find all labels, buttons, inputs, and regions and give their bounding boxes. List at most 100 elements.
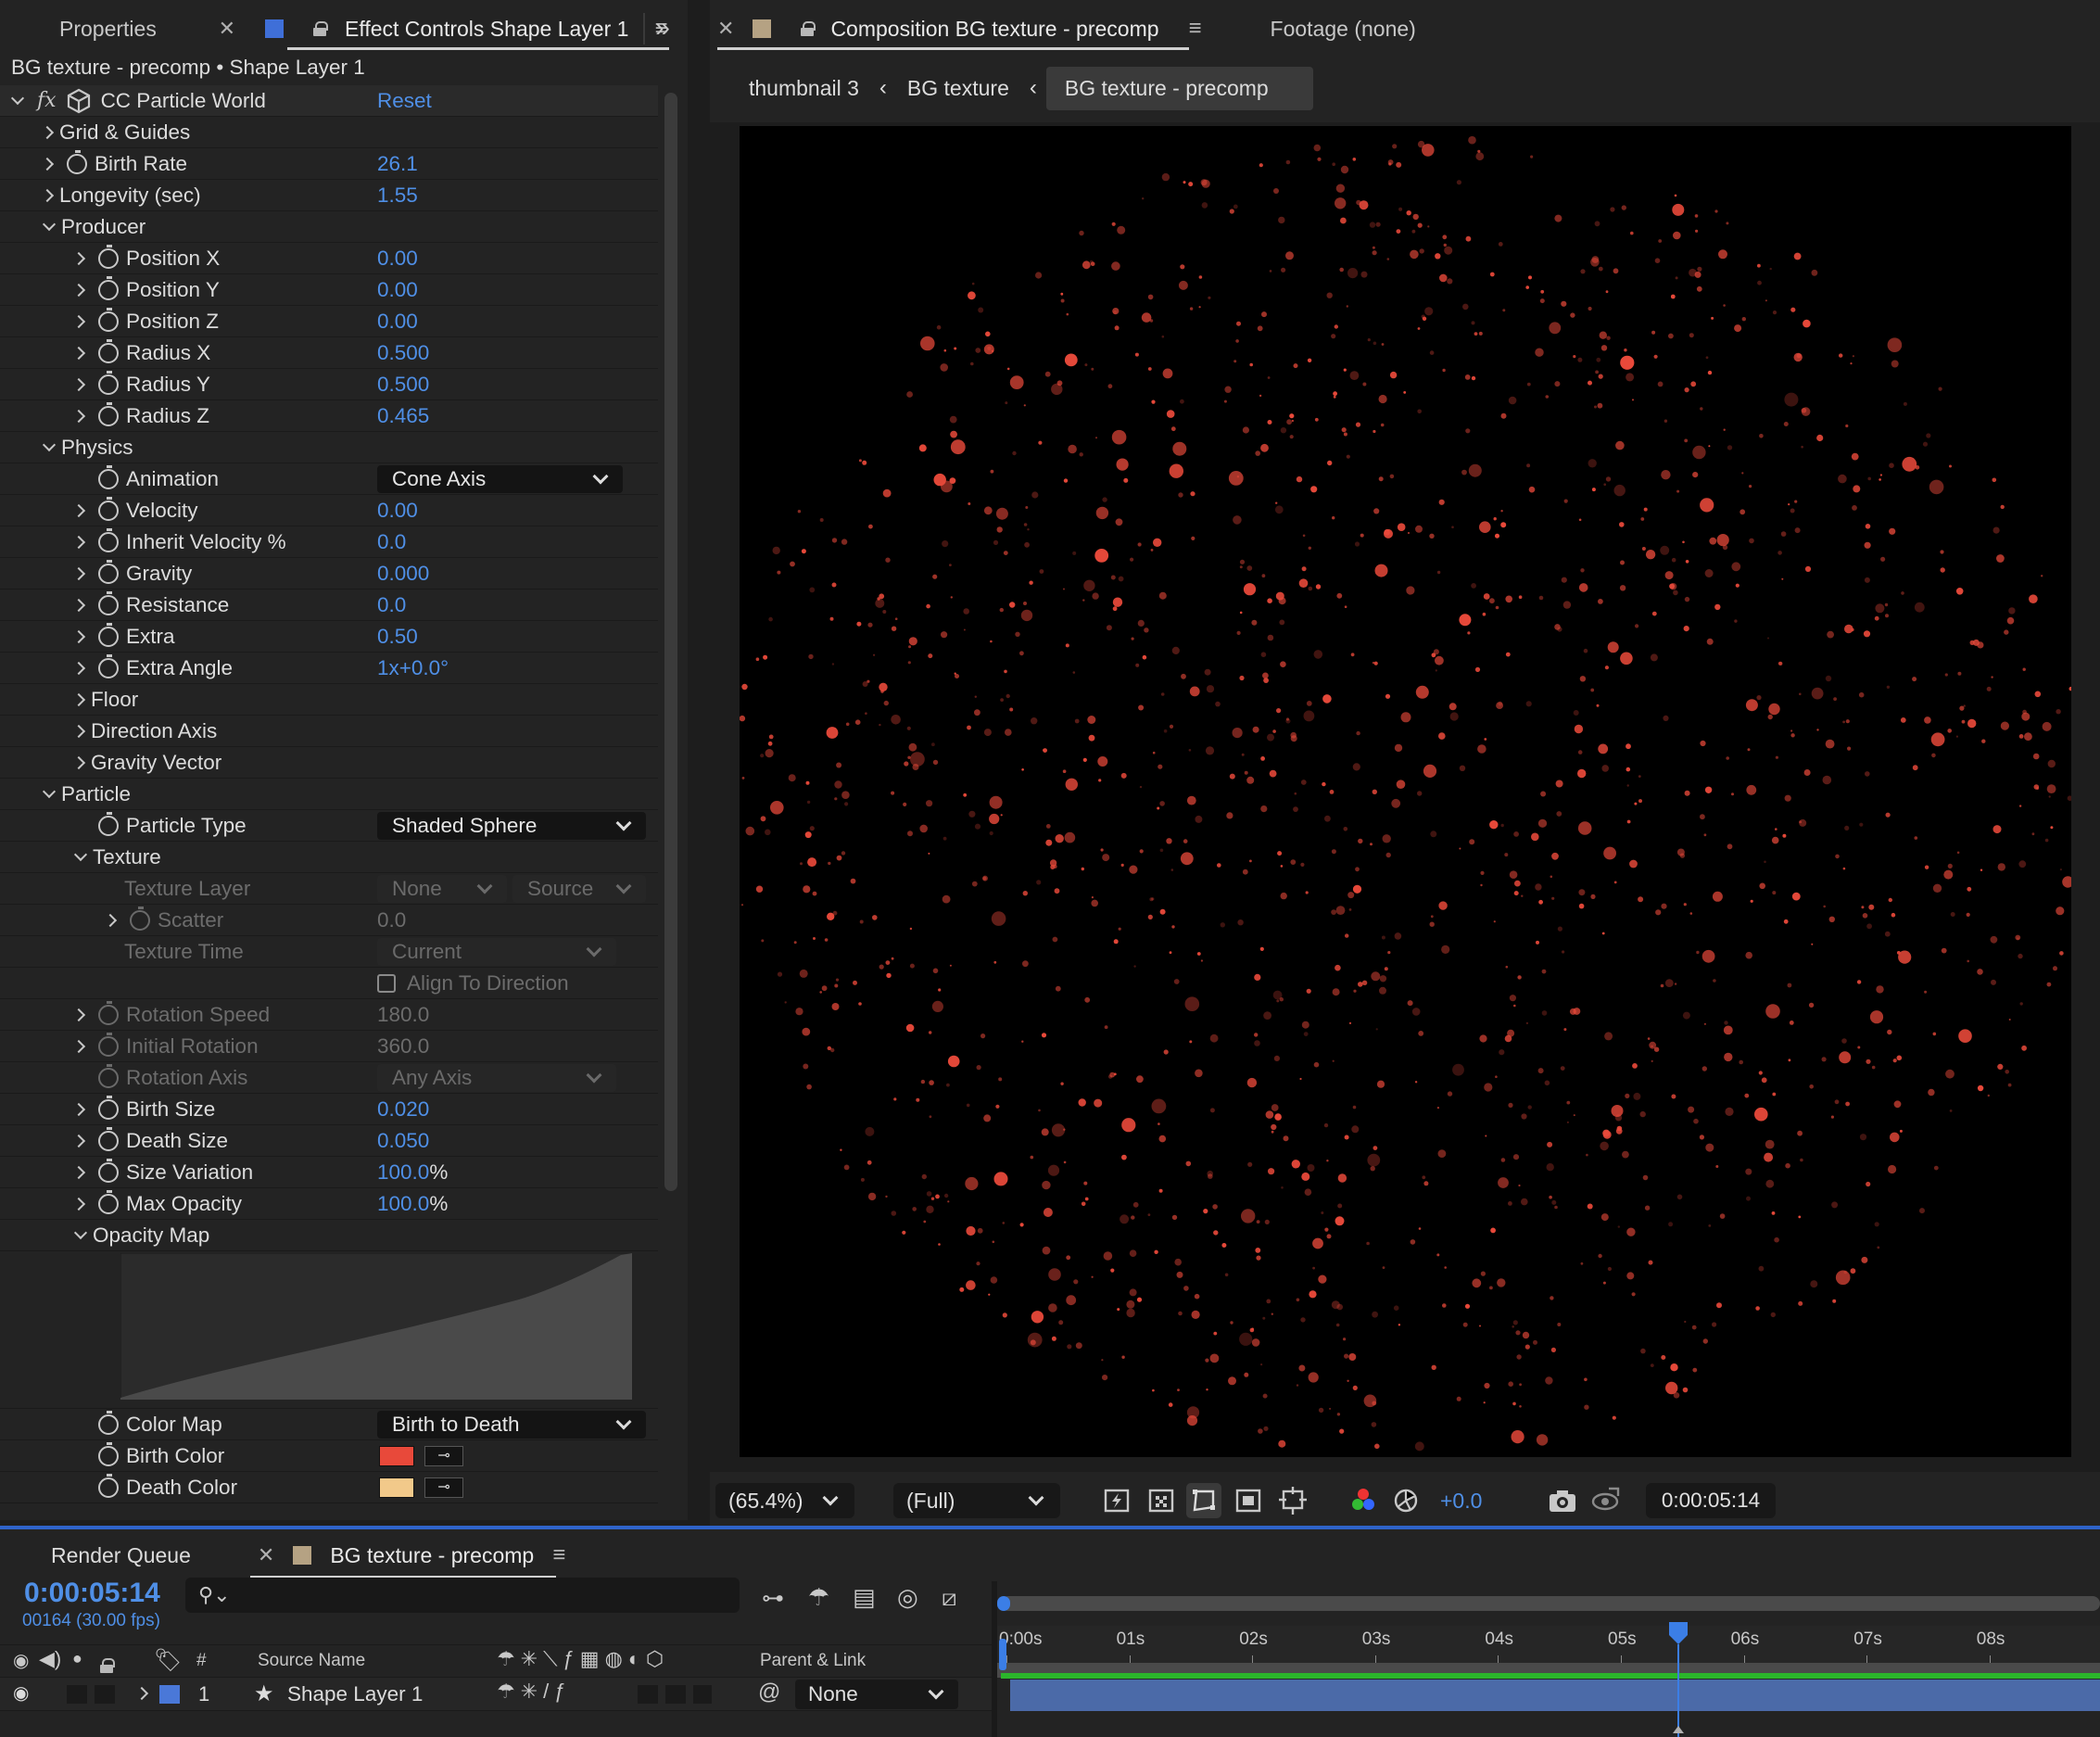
row-max-opacity[interactable]: Max Opacity 100.0% (0, 1188, 658, 1220)
panel-overflow-icon[interactable]: » (643, 13, 680, 44)
row-velocity[interactable]: Velocity 0.00 (0, 495, 658, 526)
resistance-value[interactable]: 0.0 (377, 593, 406, 617)
reset-exposure-icon[interactable] (1392, 1487, 1420, 1515)
tab-effect-controls[interactable]: Effect Controls Shape Layer 1 ≡ (250, 0, 682, 57)
time-ruler[interactable]: 0:00s 01s 02s 03s 04s 05s 06s 07s 08s (997, 1581, 2100, 1678)
rotation-axis-dropdown[interactable]: Any Axis (377, 1064, 616, 1092)
stopwatch-icon[interactable] (98, 1189, 119, 1214)
effect-controls-scrollbar[interactable] (664, 93, 677, 1191)
row-gravity[interactable]: Gravity 0.000 (0, 558, 658, 590)
layer-name[interactable]: Shape Layer 1 (287, 1682, 423, 1706)
row-producer[interactable]: Producer (0, 211, 658, 243)
stopwatch-icon[interactable] (98, 1441, 119, 1466)
chevron-right-icon[interactable] (71, 1134, 86, 1147)
chevron-right-icon[interactable] (71, 1165, 86, 1179)
row-gravity-vector[interactable]: Gravity Vector (0, 747, 658, 779)
row-grid-guides[interactable]: Grid & Guides (0, 117, 658, 148)
row-texture[interactable]: Texture (0, 842, 658, 873)
stopwatch-icon[interactable] (98, 464, 119, 489)
panel-divider[interactable] (688, 0, 710, 1526)
visibility-icon[interactable]: ◉ (13, 1681, 29, 1705)
pickwhip-icon[interactable]: @ (758, 1680, 780, 1705)
tab-bg-texture-precomp[interactable]: BG texture - precomp (330, 1543, 534, 1568)
chevron-right-icon[interactable] (134, 1686, 149, 1701)
row-extra[interactable]: Extra 0.50 (0, 621, 658, 653)
channel-icon[interactable] (1349, 1487, 1377, 1515)
row-position-y[interactable]: Position Y 0.00 (0, 274, 658, 306)
fx-icon[interactable]: fx (37, 89, 57, 112)
chevron-right-icon[interactable] (71, 503, 86, 517)
row-radius-z[interactable]: Radius Z 0.465 (0, 400, 658, 432)
row-direction-axis[interactable]: Direction Axis (0, 716, 658, 747)
opacity-map-curve[interactable] (120, 1253, 632, 1400)
layer-label-color[interactable] (159, 1685, 180, 1704)
chevron-down-icon[interactable] (10, 91, 25, 106)
radius-x-value[interactable]: 0.500 (377, 341, 429, 365)
chevron-right-icon[interactable] (103, 913, 118, 927)
row-align-to-direction[interactable]: Align To Direction (0, 968, 658, 999)
chevron-right-icon[interactable] (71, 251, 86, 265)
particle-type-dropdown[interactable]: Shaded Sphere (377, 812, 646, 840)
chevron-right-icon[interactable] (71, 1039, 86, 1053)
birth-rate-value[interactable]: 26.1 (377, 152, 418, 176)
stopwatch-icon[interactable] (98, 401, 119, 426)
layer-in-point-marker[interactable] (999, 1639, 1006, 1670)
viewer-area[interactable] (710, 122, 2100, 1472)
row-rotation-axis[interactable]: Rotation Axis Any Axis (0, 1062, 658, 1094)
row-longevity[interactable]: Longevity (sec) 1.55 (0, 180, 658, 211)
stopwatch-icon[interactable] (98, 1032, 119, 1057)
reset-link[interactable]: Reset (377, 89, 432, 113)
stopwatch-icon[interactable] (98, 527, 119, 552)
chevron-down-icon[interactable] (42, 437, 57, 452)
frame-blending-icon[interactable]: ▤ (853, 1583, 876, 1612)
chevron-right-icon[interactable] (71, 314, 86, 328)
row-birth-color[interactable]: Birth Color ⊸ (0, 1440, 658, 1472)
align-to-direction-checkbox[interactable] (377, 973, 396, 993)
radius-z-value[interactable]: 0.465 (377, 404, 429, 428)
stopwatch-icon[interactable] (98, 1095, 119, 1120)
stopwatch-icon[interactable] (98, 1000, 119, 1025)
stopwatch-icon[interactable] (98, 307, 119, 332)
row-scatter[interactable]: Scatter 0.0 (0, 905, 658, 936)
extra-value[interactable]: 0.50 (377, 625, 418, 649)
row-initial-rotation[interactable]: Initial Rotation 360.0 (0, 1031, 658, 1062)
tab-properties[interactable]: Properties ✕ (0, 0, 250, 57)
layer-switch-boxes[interactable] (638, 1685, 712, 1704)
row-radius-x[interactable]: Radius X 0.500 (0, 337, 658, 369)
chevron-right-icon[interactable] (71, 1102, 86, 1116)
row-opacity-map[interactable]: Opacity Map (0, 1220, 658, 1251)
stopwatch-icon[interactable] (98, 370, 119, 395)
close-icon[interactable]: ✕ (219, 17, 235, 41)
tab-render-queue[interactable]: Render Queue (51, 1543, 191, 1568)
row-color-map[interactable]: Color Map Birth to Death (0, 1409, 658, 1440)
row-texture-time[interactable]: Texture Time Current (0, 936, 658, 968)
row-animation[interactable]: Animation Cone Axis (0, 463, 658, 495)
row-particle-type[interactable]: Particle Type Shaded Sphere (0, 810, 658, 842)
position-y-value[interactable]: 0.00 (377, 278, 418, 302)
parent-dropdown[interactable]: None (795, 1680, 958, 1709)
layer-row[interactable]: ◉ 1 ★ Shape Layer 1 ☂✳/ƒ @ None (0, 1678, 992, 1711)
zoom-dropdown[interactable]: (65.4%) (715, 1483, 854, 1518)
row-inherit-velocity[interactable]: Inherit Velocity % 0.0 (0, 526, 658, 558)
animation-dropdown[interactable]: Cone Axis (377, 465, 623, 493)
layer-duration-bar[interactable] (1010, 1680, 2100, 1711)
effect-header-row[interactable]: fx CC Particle World Reset (0, 85, 658, 117)
stopwatch-icon[interactable] (98, 811, 119, 836)
chevron-right-icon[interactable] (40, 157, 55, 171)
motion-blur-icon[interactable]: ◎ (897, 1583, 918, 1612)
position-z-value[interactable]: 0.00 (377, 310, 418, 334)
resolution-dropdown[interactable]: (Full) (893, 1483, 1060, 1518)
chevron-right-icon[interactable] (40, 188, 55, 202)
composition-canvas[interactable] (740, 126, 2071, 1457)
stopwatch-icon[interactable] (98, 559, 119, 584)
stopwatch-icon[interactable] (98, 496, 119, 521)
chevron-right-icon[interactable] (71, 283, 86, 297)
row-particle[interactable]: Particle (0, 779, 658, 810)
transparency-grid-icon[interactable] (1147, 1487, 1175, 1515)
draft-3d-icon[interactable]: ☂ (808, 1583, 829, 1612)
eyedropper-icon[interactable]: ⊸ (424, 1477, 463, 1498)
chevron-right-icon[interactable] (71, 566, 86, 580)
mask-path-visibility-icon[interactable] (1190, 1487, 1218, 1515)
graph-editor-icon[interactable]: ⧄ (942, 1583, 957, 1613)
row-birth-size[interactable]: Birth Size 0.020 (0, 1094, 658, 1125)
